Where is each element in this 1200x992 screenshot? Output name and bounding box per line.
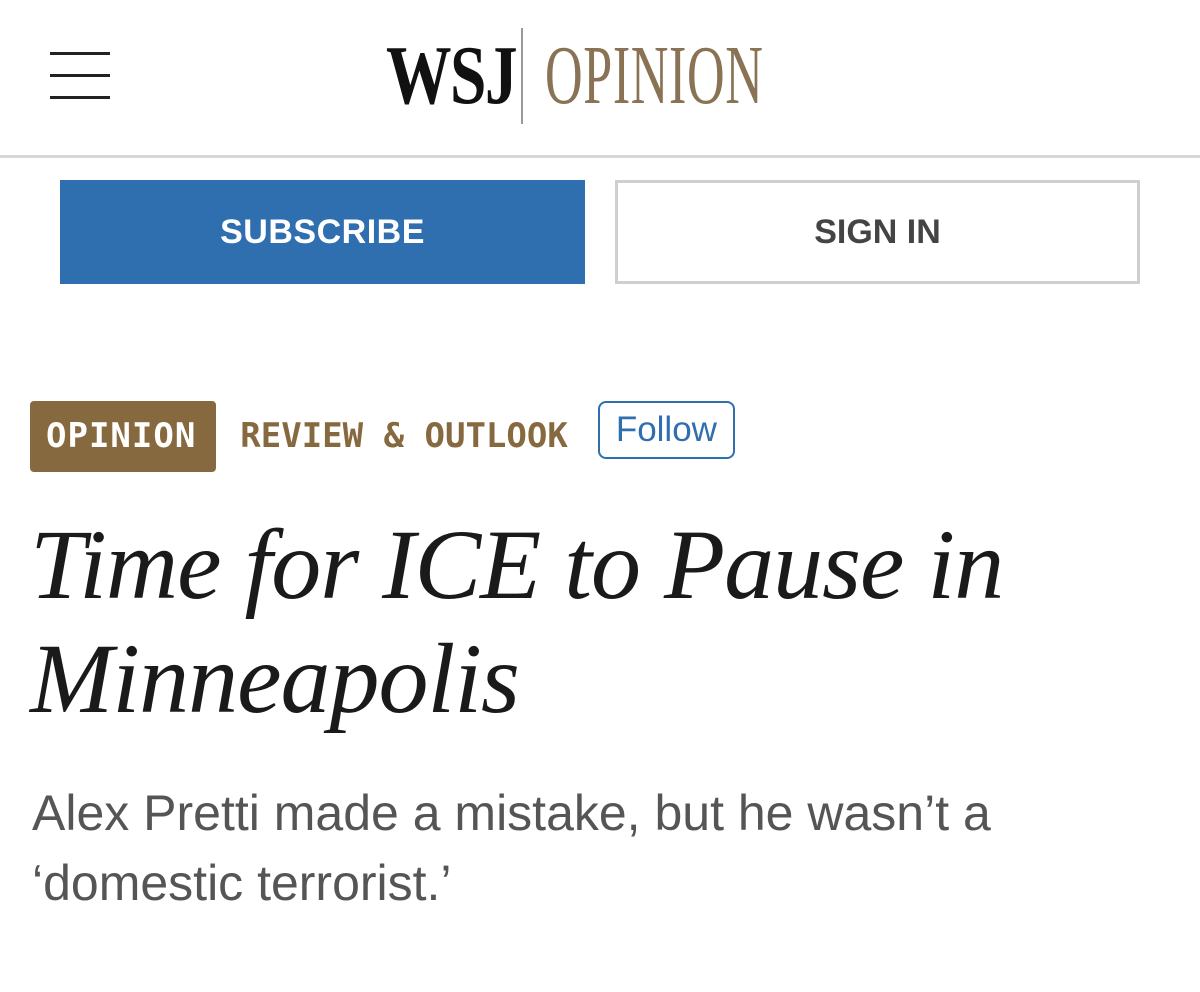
opinion-tag[interactable]: OPINION: [30, 400, 217, 472]
sign-in-button[interactable]: SIGN IN: [615, 180, 1140, 284]
wsj-opinion-logo[interactable]: WSJ OPINION: [386, 26, 897, 126]
hamburger-menu-icon[interactable]: [50, 52, 110, 100]
article-headline: Time for ICE to Pause in Minneapolis: [30, 509, 1004, 734]
article-dek: Alex Pretti made a mistake, but he wasn’…: [32, 785, 991, 911]
subscribe-button[interactable]: SUBSCRIBE: [60, 180, 585, 284]
logo-opinion-text: OPINION: [545, 29, 764, 122]
logo-divider: [521, 28, 523, 124]
masthead: WSJ OPINION: [0, 0, 1200, 158]
menu-line: [50, 74, 110, 77]
menu-line: [50, 52, 110, 55]
menu-line: [50, 96, 110, 99]
section-link-review-outlook[interactable]: REVIEW & OUTLOOK: [240, 416, 568, 456]
follow-button[interactable]: Follow: [597, 401, 735, 459]
logo-wsj-text: WSJ: [386, 29, 518, 122]
article-section-tags: OPINION REVIEW & OUTLOOK Follow: [30, 400, 735, 472]
